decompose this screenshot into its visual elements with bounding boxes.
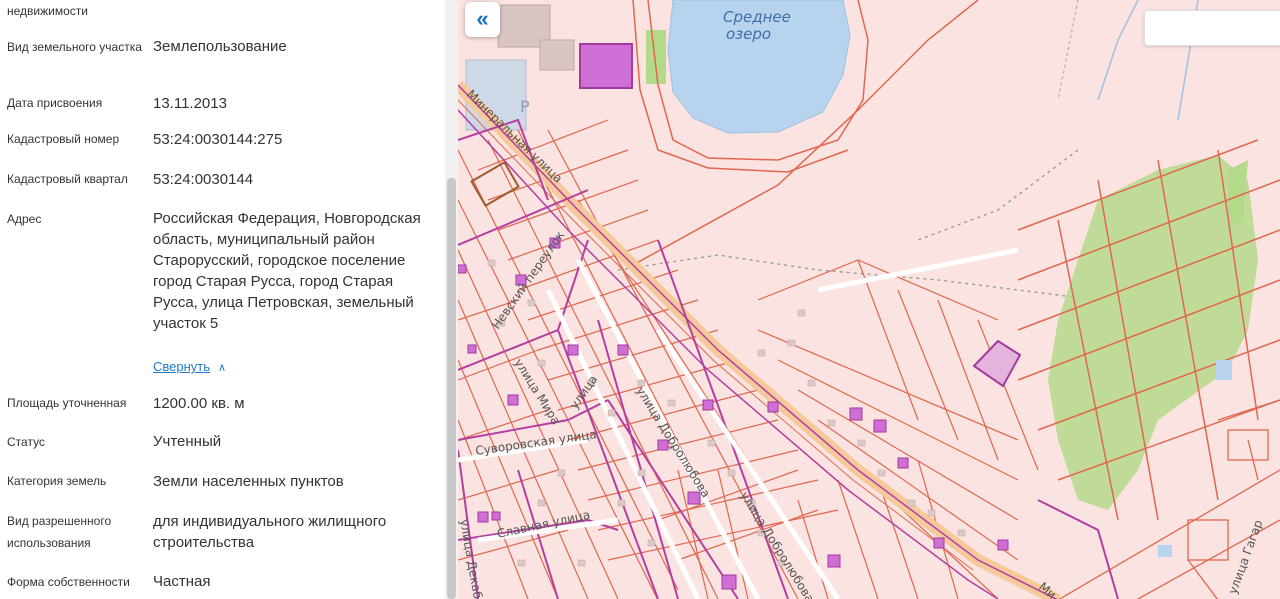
label-cadastral-quarter: Кадастровый квартал: [7, 172, 128, 186]
chevron-up-icon: ∧: [218, 362, 227, 374]
label-ownership-form: Форма собственности: [7, 575, 130, 589]
value-ownership-form: Частная: [153, 573, 211, 590]
map-search-input[interactable]: [1144, 10, 1280, 46]
pond-se: [1158, 545, 1172, 557]
label-cadastral-number: Кадастровый номер: [7, 132, 120, 146]
info-panel: недвижимости Вид земельного участка Земл…: [0, 0, 445, 599]
label-status: Статус: [7, 435, 45, 449]
value-cadastral-quarter: 53:24:0030144: [153, 171, 254, 188]
value-land-plot-type: Землепользование: [153, 38, 287, 55]
label-lake-line1: Среднее: [723, 8, 791, 26]
label-permitted-use: Вид разрешенного использования: [7, 514, 112, 550]
collapse-address-link[interactable]: Свернуть ∧: [153, 358, 226, 377]
double-chevron-left-icon: «: [476, 6, 489, 31]
value-address: Российская Федерация, Новгородская облас…: [153, 210, 421, 332]
label-assignment-date: Дата присвоения: [7, 96, 103, 110]
label-lake-line2: озеро: [726, 25, 771, 43]
label-address: Адрес: [7, 212, 42, 226]
collapse-panel-button[interactable]: «: [465, 2, 500, 37]
label-area: Площадь уточненная: [7, 396, 127, 410]
svg-text:P: P: [520, 97, 530, 116]
value-assignment-date: 13.11.2013: [153, 95, 227, 112]
pond-e: [1216, 360, 1232, 380]
collapse-link-label: Свернуть: [153, 359, 211, 374]
value-cadastral-number: 53:24:0030144:275: [153, 131, 283, 148]
greenery-north: [646, 30, 666, 84]
label-property-type-fragment: недвижимости: [7, 4, 88, 18]
building-highlight-north: [579, 43, 633, 89]
label-land-plot-type: Вид земельного участка: [7, 40, 142, 54]
value-land-category: Земли населенных пунктов: [153, 473, 344, 490]
value-permitted-use: для индивидуального жилищного строительс…: [153, 513, 387, 551]
cadastral-map[interactable]: P Среднее озеро Минеральная улица Невски…: [458, 0, 1280, 599]
value-status: Учтенный: [153, 433, 222, 450]
label-land-category: Категория земель: [7, 474, 107, 488]
scrollbar-thumb[interactable]: [447, 178, 456, 599]
map-canvas[interactable]: P Среднее озеро Минеральная улица Невски…: [458, 0, 1280, 599]
value-area: 1200.00 кв. м: [153, 395, 245, 412]
